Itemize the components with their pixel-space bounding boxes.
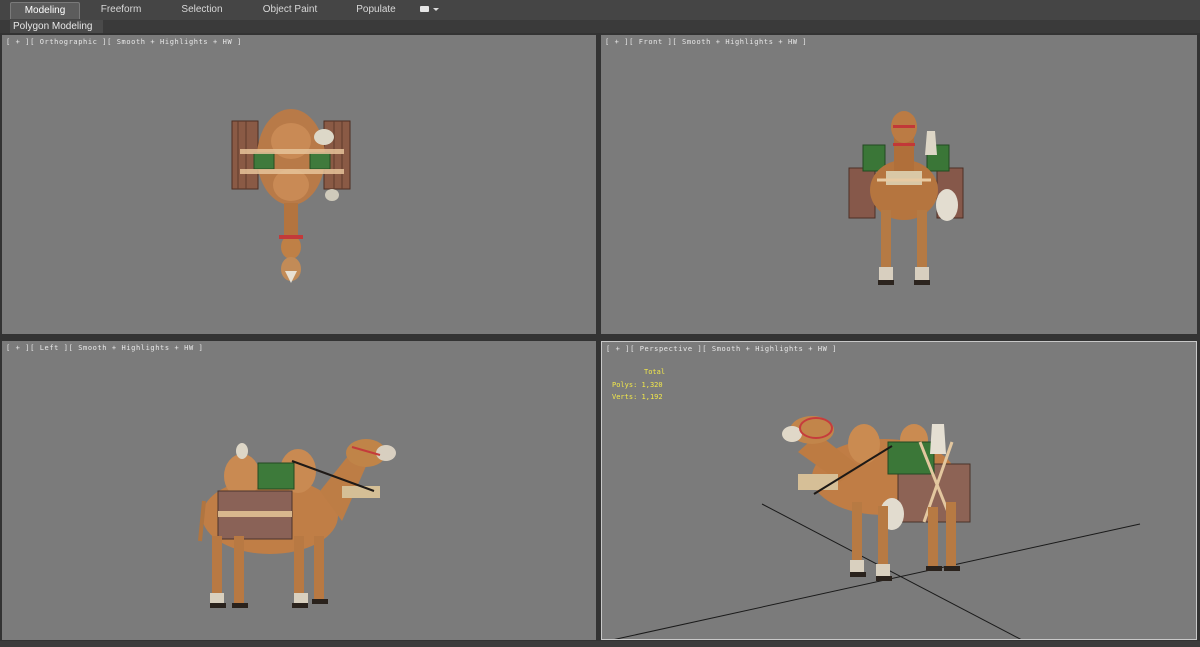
chevron-down-icon	[433, 8, 439, 11]
viewport-left[interactable]: [ + ][ Left ][ Smooth + Highlights + HW …	[2, 341, 596, 640]
camel-top-view	[231, 109, 351, 283]
app-window: Modeling Freeform Selection Object Paint…	[0, 0, 1200, 647]
status-bar	[0, 641, 1200, 647]
tab-object-paint[interactable]: Object Paint	[250, 2, 330, 18]
toggle-icon	[420, 6, 429, 12]
tab-modeling[interactable]: Modeling	[10, 2, 80, 19]
ribbon-options-dropdown[interactable]	[418, 4, 440, 16]
ribbon-tabs: Modeling Freeform Selection Object Paint…	[0, 0, 1200, 21]
tab-freeform[interactable]: Freeform	[88, 2, 154, 18]
camel-left-view	[198, 439, 396, 608]
viewport-orthographic[interactable]: [ + ][ Orthographic ][ Smooth + Highligh…	[2, 35, 596, 334]
camel-perspective-view	[614, 416, 1141, 639]
tab-populate[interactable]: Populate	[344, 2, 408, 18]
viewport-perspective[interactable]: [ + ][ Perspective ][ Smooth + Highlight…	[601, 341, 1197, 640]
tab-selection[interactable]: Selection	[168, 2, 236, 18]
viewport-front[interactable]: [ + ][ Front ][ Smooth + Highlights + HW…	[601, 35, 1197, 334]
panel-polygon-modeling[interactable]: Polygon Modeling	[10, 20, 103, 33]
camel-front-view	[848, 111, 964, 285]
ribbon-panel-bar: Polygon Modeling	[0, 20, 1200, 33]
